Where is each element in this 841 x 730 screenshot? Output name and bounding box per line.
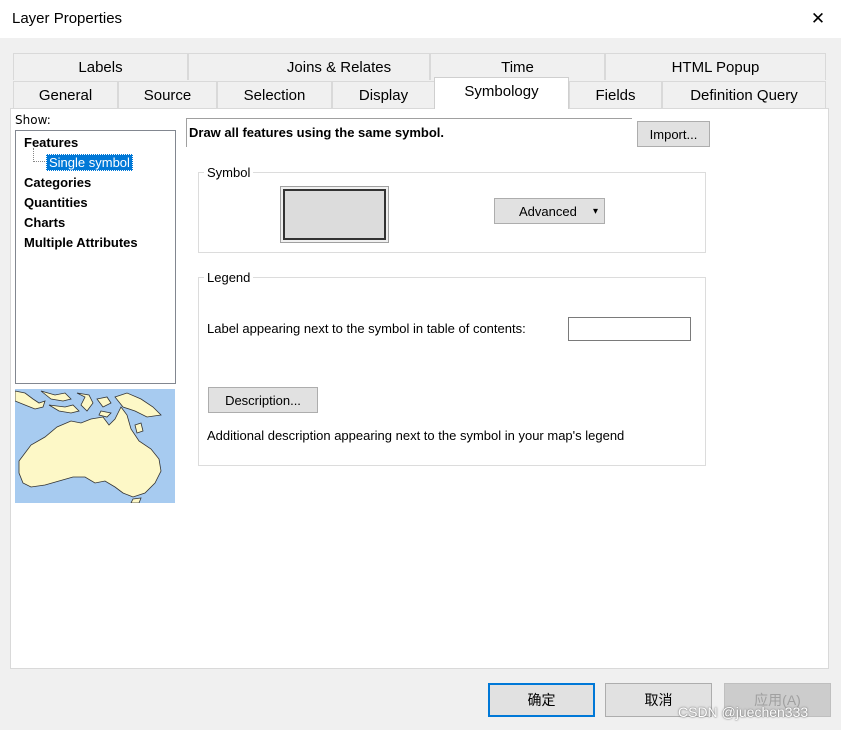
tree-item-charts[interactable]: Charts — [24, 215, 65, 230]
close-icon: ✕ — [810, 9, 826, 29]
description-button[interactable]: Description... — [208, 387, 318, 413]
tab-fields[interactable]: Fields — [569, 81, 662, 108]
tab-joins-relates[interactable]: Joins & Relates — [188, 53, 430, 80]
tab-labels[interactable]: Labels — [13, 53, 188, 80]
description-button-label: Description... — [225, 392, 301, 408]
tab-label: Time — [501, 58, 534, 76]
symbol-preview — [283, 189, 386, 240]
tab-symbology[interactable]: Symbology — [434, 77, 569, 109]
tree-item-multiple-attributes[interactable]: Multiple Attributes — [24, 235, 138, 250]
dropdown-arrow-icon: ▾ — [592, 205, 598, 217]
show-label: Show: — [15, 113, 51, 127]
ok-button[interactable]: 确定 — [488, 683, 595, 717]
renderer-description: Draw all features using the same symbol. — [186, 118, 632, 147]
tab-display[interactable]: Display — [332, 81, 435, 108]
map-preview-image — [14, 389, 175, 504]
tree-item-single-symbol[interactable]: Single symbol — [46, 154, 133, 171]
tab-label: Selection — [243, 86, 306, 104]
tab-html-popup[interactable]: HTML Popup — [605, 53, 826, 80]
tab-time[interactable]: Time — [430, 53, 605, 80]
tab-label: HTML Popup — [671, 58, 760, 76]
cancel-button-label: 取消 — [644, 692, 673, 708]
tab-general[interactable]: General — [13, 81, 118, 108]
tab-label: Joins & Relates — [286, 58, 392, 76]
tab-label: General — [38, 86, 93, 104]
legend-label-input[interactable] — [568, 317, 691, 341]
watermark-text: CSDN @juechen333 — [678, 704, 809, 720]
tab-label: Source — [143, 86, 192, 104]
legend-additional-description: Additional description appearing next to… — [207, 428, 625, 443]
window-title: Layer Properties — [12, 10, 123, 27]
legend-label-prompt: Label appearing next to the symbol in ta… — [207, 321, 526, 336]
close-button[interactable]: ✕ — [795, 0, 841, 38]
tab-source[interactable]: Source — [118, 81, 217, 108]
import-button-label: Import... — [649, 126, 698, 142]
tree-connector — [33, 148, 45, 162]
tab-selection[interactable]: Selection — [217, 81, 332, 108]
tab-label: Symbology — [464, 83, 539, 100]
tab-definition-query[interactable]: Definition Query — [662, 81, 826, 108]
show-tree[interactable]: Features Single symbol Categories Quanti… — [15, 130, 176, 384]
tree-item-categories[interactable]: Categories — [24, 175, 91, 190]
symbol-group-title: Symbol — [204, 165, 254, 180]
tree-item-quantities[interactable]: Quantities — [24, 195, 88, 210]
symbol-swatch-button[interactable] — [280, 186, 389, 243]
advanced-button[interactable]: Advanced ▾ — [494, 198, 605, 224]
legend-group-title: Legend — [204, 270, 254, 285]
tab-label: Display — [358, 86, 409, 104]
tab-label: Fields — [595, 86, 636, 104]
ok-button-label: 确定 — [527, 692, 556, 708]
advanced-button-label: Advanced — [519, 203, 577, 219]
tab-label: Labels — [78, 58, 123, 76]
symbol-group — [198, 172, 706, 253]
australia-map-icon — [14, 389, 175, 504]
tab-label: Definition Query — [690, 86, 798, 104]
title-bar: Layer Properties ✕ — [0, 0, 841, 38]
import-button[interactable]: Import... — [637, 121, 710, 147]
